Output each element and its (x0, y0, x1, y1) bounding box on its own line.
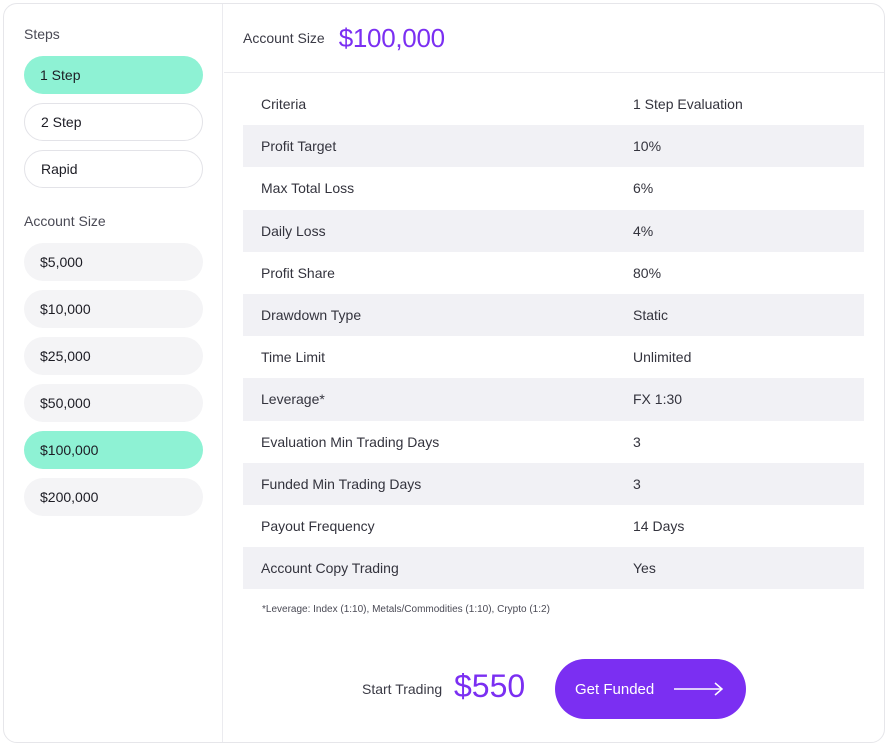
main-panel: Account Size $100,000 Criteria 1 Step Eva… (224, 4, 884, 742)
table-row: Evaluation Min Trading Days 3 (243, 421, 864, 463)
criteria-cell: Time Limit (261, 349, 326, 366)
value-cell: Yes (633, 560, 656, 577)
size-option-50000[interactable]: $50,000 (24, 384, 203, 422)
leverage-footnote: *Leverage: Index (1:10), Metals/Commodit… (262, 604, 550, 615)
get-funded-label: Get Funded (575, 680, 655, 698)
table-row: Time Limit Unlimited (243, 336, 864, 378)
criteria-cell: Funded Min Trading Days (261, 475, 422, 492)
table-row: Profit Share 80% (243, 252, 864, 294)
value-cell: 4% (633, 222, 654, 239)
value-cell: FX 1:30 (633, 391, 683, 408)
table-row: Leverage* FX 1:30 (243, 378, 864, 421)
value-cell: 14 Days (633, 517, 685, 534)
start-trading-label: Start Trading (362, 681, 443, 697)
table-row: Criteria 1 Step Evaluation (243, 83, 864, 125)
size-option-25000[interactable]: $25,000 (24, 337, 203, 375)
table-row: Account Copy Trading Yes (243, 547, 864, 590)
step-option-rapid[interactable]: Rapid (24, 150, 203, 188)
step-option-1-step[interactable]: 1 Step (24, 56, 203, 94)
criteria-cell: Criteria (261, 96, 307, 113)
criteria-cell: Drawdown Type (261, 307, 362, 324)
size-option-10000[interactable]: $10,000 (24, 290, 203, 328)
size-option-5000[interactable]: $5,000 (24, 243, 203, 281)
account-size-label: Account Size (24, 213, 106, 229)
value-cell: 3 (633, 433, 641, 450)
steps-label: Steps (24, 26, 60, 42)
value-cell: 80% (633, 264, 662, 281)
get-funded-button[interactable]: Get Funded (555, 659, 746, 719)
criteria-cell: Daily Loss (261, 222, 326, 239)
table-row: Payout Frequency 14 Days (243, 505, 864, 547)
criteria-cell: Leverage* (261, 391, 325, 408)
criteria-cell: Profit Share (261, 264, 335, 281)
header-account-size-value: $100,000 (338, 22, 445, 53)
value-cell: 3 (633, 475, 641, 492)
value-cell: Static (633, 307, 669, 324)
value-cell: 6% (633, 180, 654, 197)
table-row: Max Total Loss 6% (243, 167, 864, 209)
size-option-200000[interactable]: $200,000 (24, 478, 203, 516)
pricing-card: Steps 1 Step 2 Step Rapid Account Size $… (3, 3, 885, 743)
table-row: Drawdown Type Static (243, 293, 864, 337)
step-option-2-step[interactable]: 2 Step (24, 103, 203, 141)
value-cell: Unlimited (633, 349, 692, 366)
criteria-cell: Account Copy Trading (261, 560, 399, 577)
size-option-100000[interactable]: $100,000 (24, 431, 203, 469)
value-cell: 10% (633, 138, 662, 155)
account-size-header: Account Size $100,000 (224, 4, 884, 73)
value-cell: 1 Step Evaluation (633, 96, 743, 113)
criteria-table: Criteria 1 Step Evaluation Profit Target 1… (243, 83, 864, 590)
table-row: Funded Min Trading Days 3 (243, 462, 864, 505)
criteria-cell: Profit Target (261, 138, 337, 155)
arrow-right-icon (673, 681, 725, 701)
header-label: Account Size (243, 30, 325, 46)
criteria-cell: Payout Frequency (261, 517, 375, 534)
table-row: Profit Target 10% (243, 125, 864, 168)
price-value: $550 (454, 668, 526, 704)
table-row: Daily Loss 4% (243, 209, 864, 252)
sidebar: Steps 1 Step 2 Step Rapid Account Size $… (4, 4, 223, 742)
criteria-cell: Evaluation Min Trading Days (261, 433, 440, 450)
criteria-cell: Max Total Loss (261, 180, 355, 197)
